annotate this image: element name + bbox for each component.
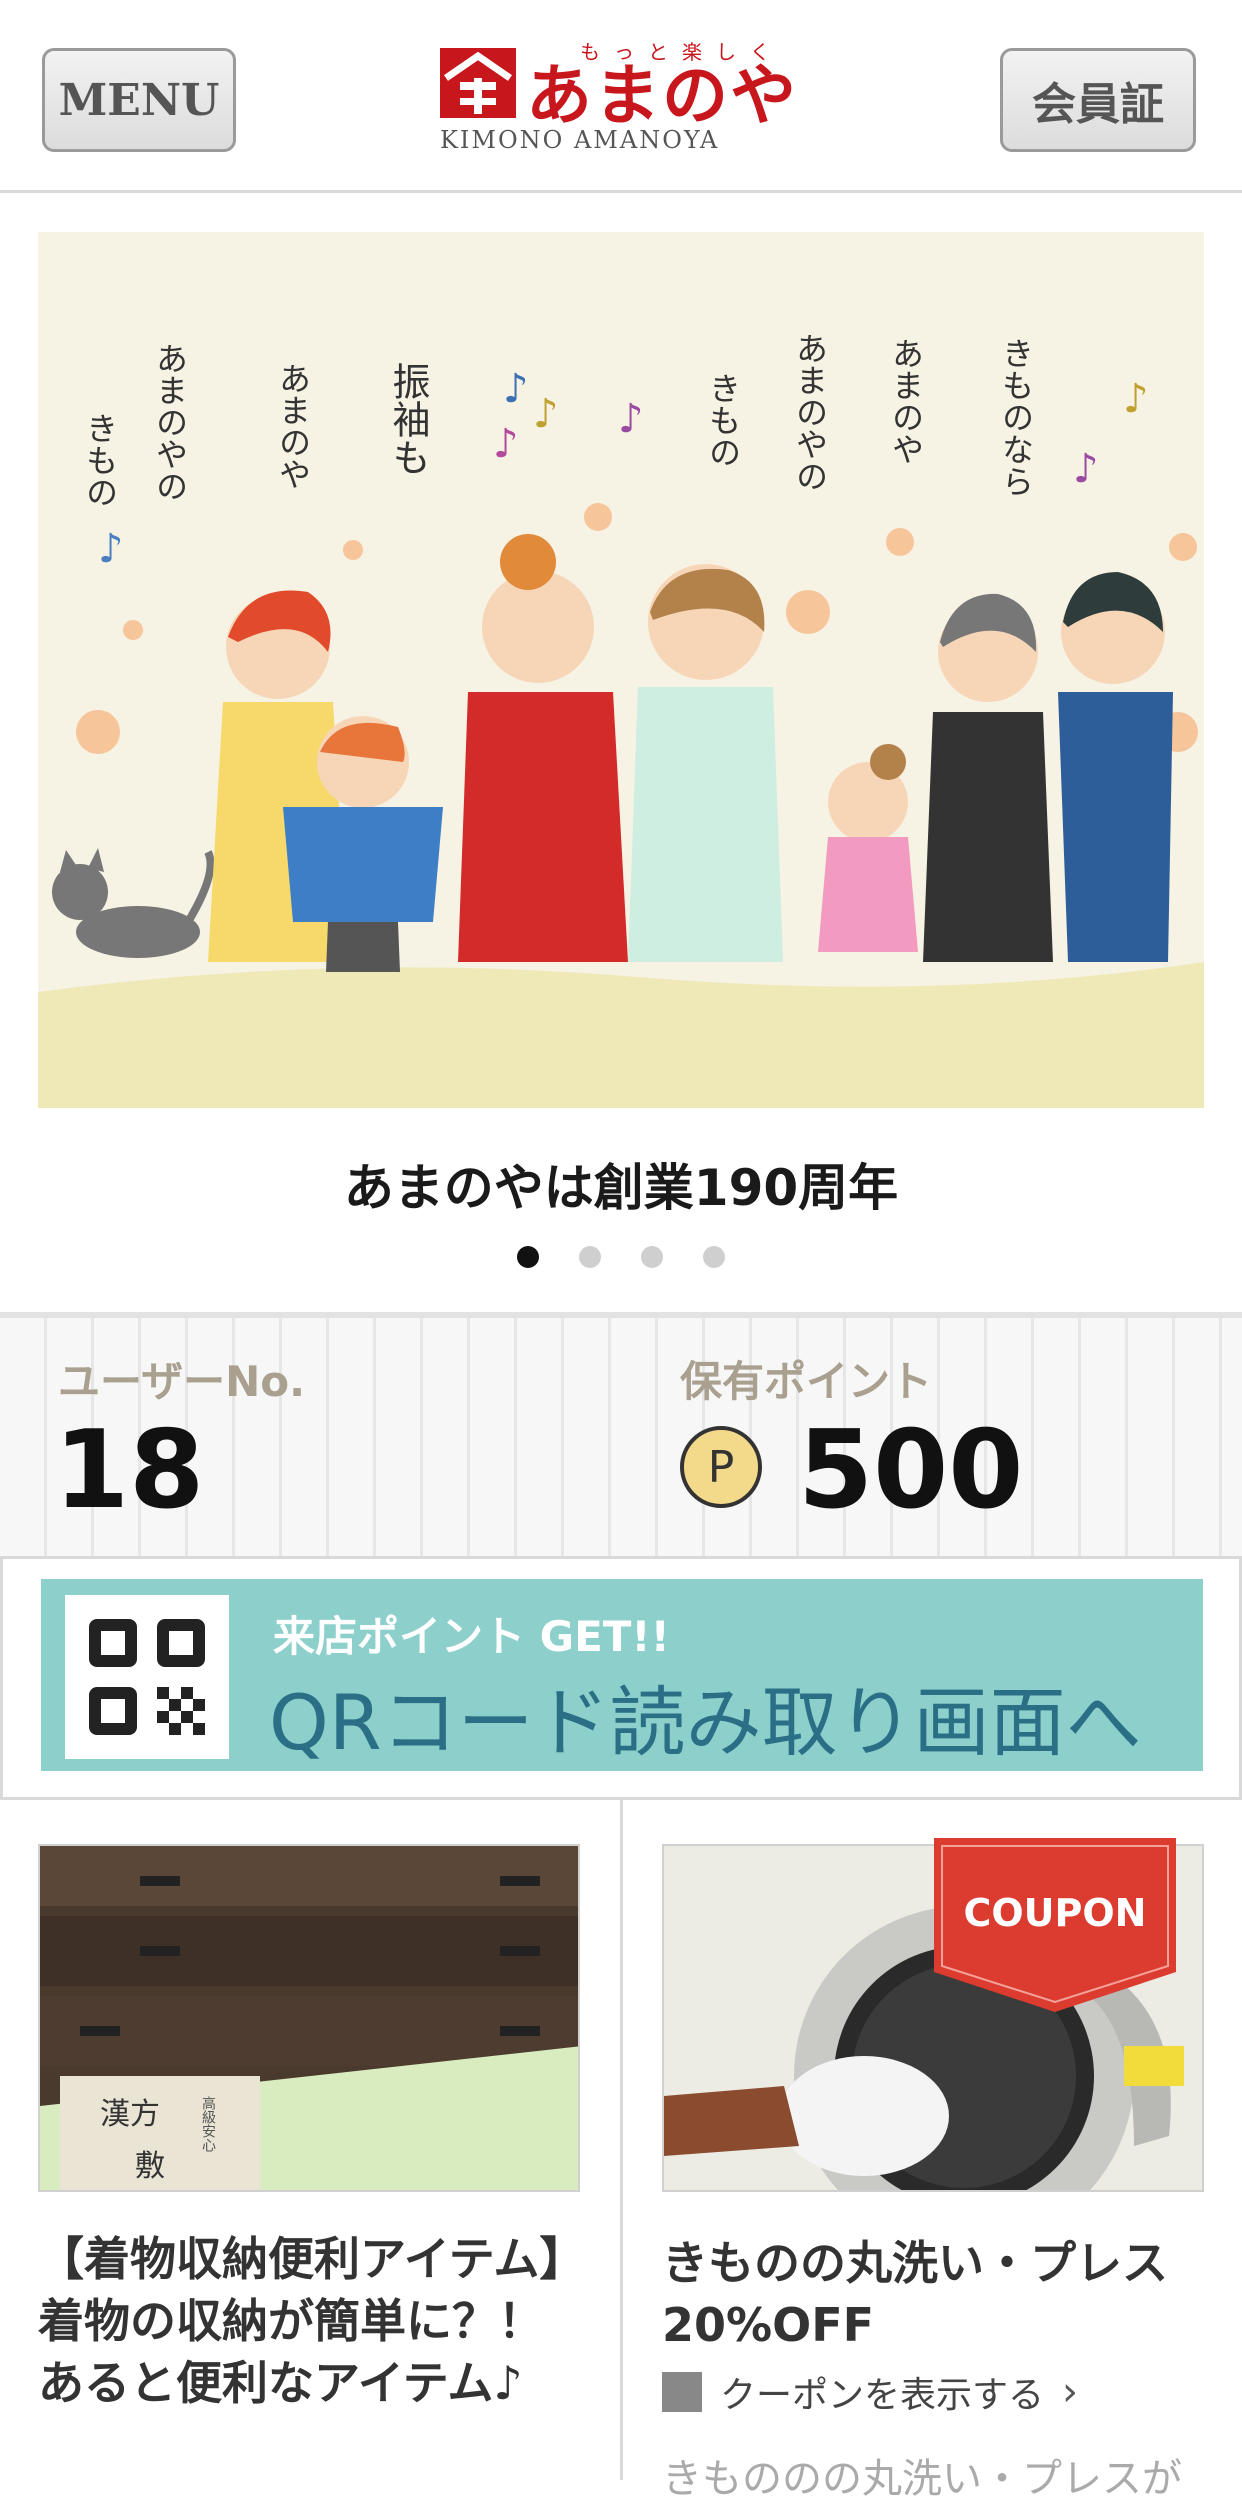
qr-banner-subtitle: 来店ポイント GET!! [273, 1612, 670, 1661]
carousel-dots [0, 1246, 1242, 1268]
show-coupon-link[interactable]: クーポンを表示する › [662, 2366, 1078, 2418]
svg-text:♪: ♪ [533, 391, 559, 437]
points-label: 保有ポイント [680, 1357, 933, 1406]
svg-text:きものなら: きものなら [997, 337, 1035, 497]
carousel-dot-2[interactable] [579, 1246, 601, 1268]
svg-text:あまのやの: あまのやの [791, 332, 829, 492]
card-divider [620, 1800, 623, 2480]
svg-text:♪: ♪ [503, 366, 529, 412]
chevron-right-icon: › [1062, 2369, 1079, 2415]
coupon-ribbon-icon: COUPON [934, 1838, 1176, 2012]
points-value: 500 [798, 1408, 1024, 1533]
svg-text:あまのや: あまのや [274, 362, 312, 490]
kimono-family-illustration: ♪ ♪ ♪ ♪ ♪ ♪ ♪ きもの あまのやの あまのや 振袖も きもの あまの… [38, 332, 1204, 1108]
card-title-storage[interactable]: 【着物収納便利アイテム】着物の収納が簡単に？！ あると便利なアイテム♪ [38, 2228, 578, 2414]
qr-banner-section: 来店ポイント GET!! QRコード読み取り画面へ [0, 1556, 1242, 1800]
qr-reader-link[interactable]: 来店ポイント GET!! QRコード読み取り画面へ [41, 1579, 1203, 1771]
coupon-preview-text: きもののの丸洗い・プレスが [662, 2456, 1182, 2502]
svg-text:あまのや: あまのや [887, 337, 925, 465]
svg-text:きもの: きもの [704, 372, 742, 468]
svg-text:高級安心: 高級安心 [200, 2095, 216, 2152]
svg-text:♪: ♪ [1073, 446, 1099, 492]
svg-text:きもの: きもの [81, 412, 119, 508]
menu-button[interactable]: MENU [42, 48, 236, 152]
svg-text:♪: ♪ [493, 421, 519, 467]
carousel-dot-3[interactable] [641, 1246, 663, 1268]
hero-banner-image[interactable]: ♪ ♪ ♪ ♪ ♪ ♪ ♪ きもの あまのやの あまのや 振袖も きもの あまの… [38, 232, 1204, 1108]
coupon-list-icon [662, 2372, 702, 2412]
point-coin-icon: P [680, 1426, 762, 1508]
carousel-dot-1[interactable] [517, 1246, 539, 1268]
card-title-coupon[interactable]: きものの丸洗い・プレス20%OFF [662, 2232, 1222, 2356]
logo-mark-icon [440, 48, 516, 118]
coupon-ribbon: COUPON [930, 1838, 1180, 2012]
svg-text:♪: ♪ [98, 526, 124, 572]
qr-code-icon [65, 1595, 229, 1759]
logo[interactable]: もっと楽しく あまのや KIMONO AMANOYA [440, 40, 810, 157]
qr-banner-title: QRコード読み取り画面へ [269, 1678, 1142, 1767]
member-card-button[interactable]: 会員証 [1000, 48, 1196, 152]
svg-text:敷: 敷 [135, 2149, 165, 2184]
svg-text:振袖も: 振袖も [386, 362, 430, 476]
logo-subtitle: KIMONO AMANOYA [440, 126, 720, 154]
carousel-dot-4[interactable] [703, 1246, 725, 1268]
card-image-storage[interactable]: 漢方 敷 高級安心 [38, 1844, 580, 2192]
user-no-label: ユーザーNo. [58, 1357, 306, 1406]
app-header: MENU もっと楽しく あまのや KIMONO AMANOYA 会員証 [0, 0, 1242, 193]
svg-text:♪: ♪ [618, 396, 644, 442]
user-stats-panel: ユーザーNo. 18 保有ポイント P 500 [0, 1312, 1242, 1561]
user-no-value: 18 [54, 1408, 205, 1533]
show-coupon-label: クーポンを表示する [720, 2375, 1045, 2416]
svg-text:COUPON: COUPON [963, 1891, 1146, 1935]
svg-text:あまのやの: あまのやの [151, 342, 189, 502]
svg-text:漢方: 漢方 [100, 2097, 160, 2132]
logo-name: あまのや [526, 57, 798, 134]
svg-text:♪: ♪ [1123, 376, 1149, 422]
banner-caption: あまのやは創業190周年 [343, 1159, 899, 1217]
